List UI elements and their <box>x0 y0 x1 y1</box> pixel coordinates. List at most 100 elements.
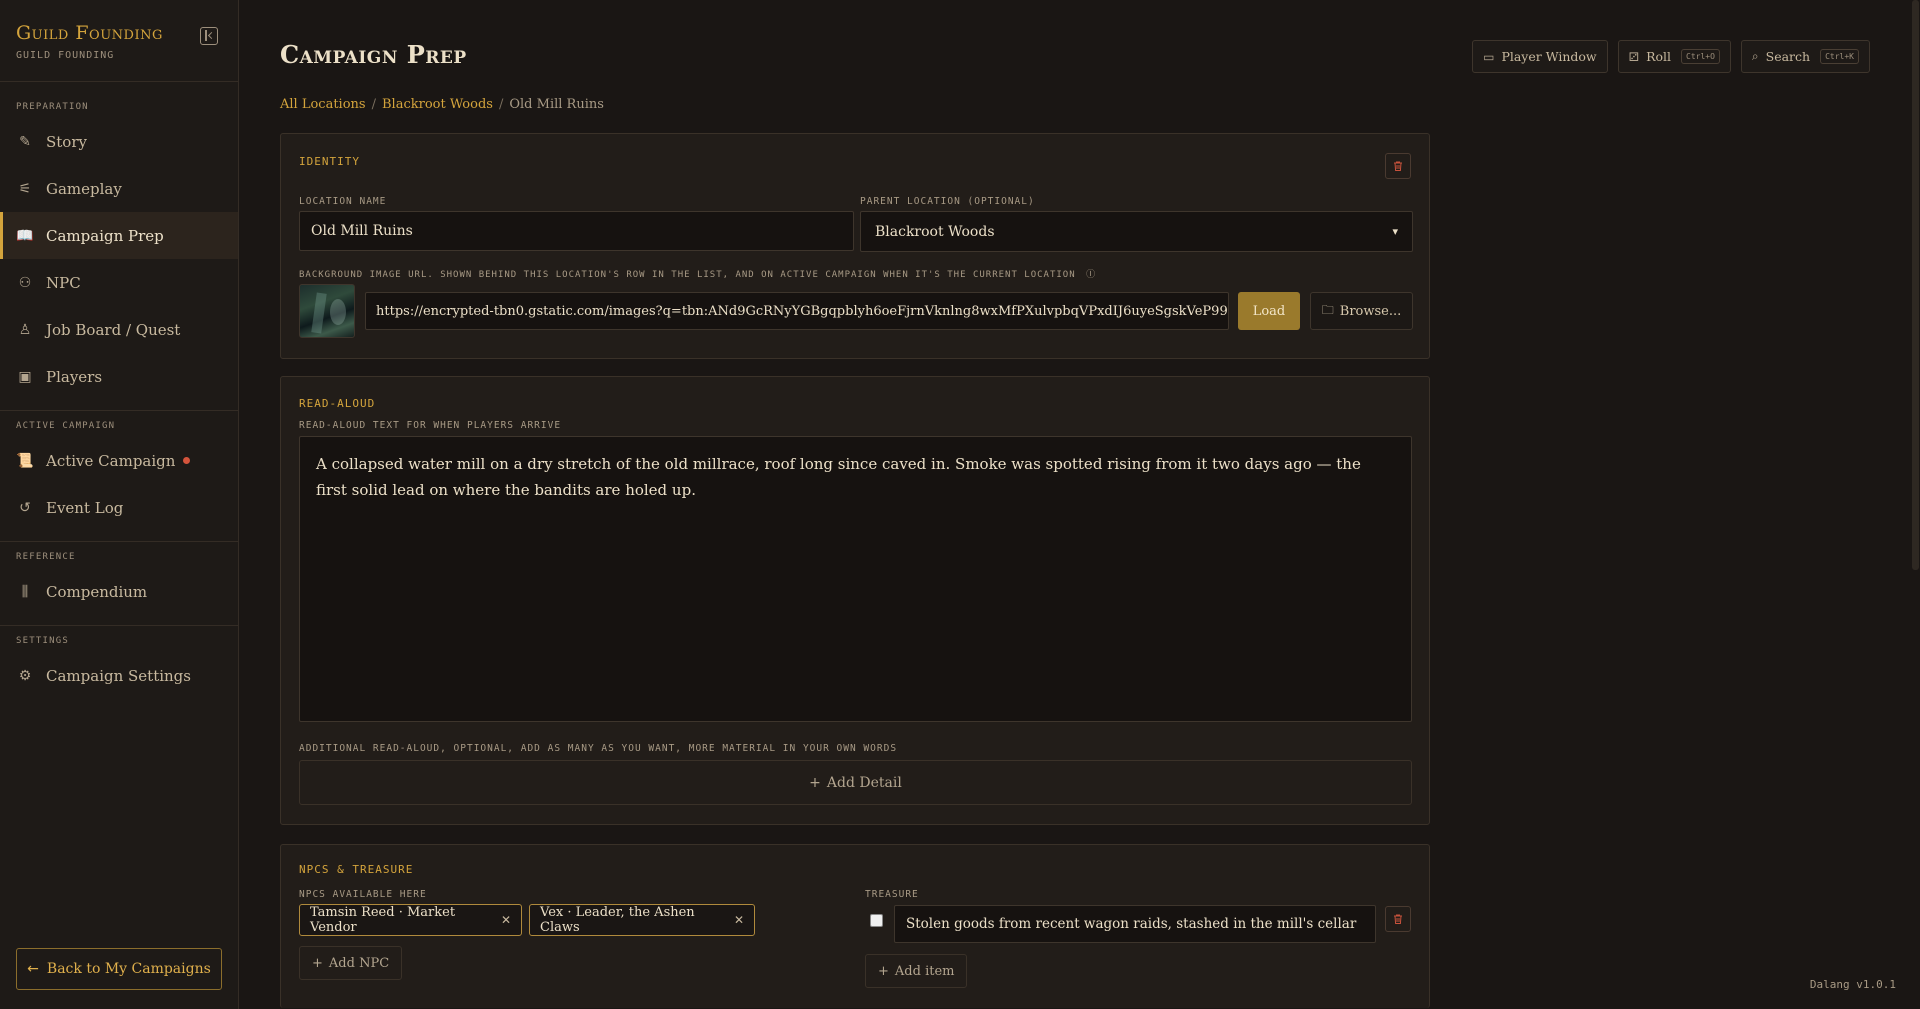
add-npc-button[interactable]: + Add NPC <box>299 946 403 980</box>
trash-icon <box>1394 161 1402 171</box>
load-button[interactable]: Load <box>1238 292 1300 330</box>
add-detail-button[interactable]: + Add Detail <box>299 760 1412 805</box>
add-detail-label: Add Detail <box>826 774 902 791</box>
info-icon: ⓘ <box>1086 270 1097 280</box>
feather-icon: ✎ <box>19 133 31 150</box>
sidebar-item-job-board[interactable]: ♙ Job Board / Quest <box>0 306 238 353</box>
browse-button[interactable]: 🗀 Browse... <box>1310 292 1413 330</box>
roll-shortcut: Ctrl+O <box>1681 49 1720 64</box>
trash-icon <box>1394 914 1402 924</box>
scrollbar[interactable] <box>1911 0 1920 1009</box>
sidebar-item-label: Players <box>46 367 103 386</box>
sidebar-item-campaign-prep[interactable]: 📖 Campaign Prep <box>0 212 238 259</box>
sidebar: Guild Founding GUILD FOUNDING PREPARATIO… <box>0 0 239 1009</box>
nav-section-preparation: PREPARATION ✎ Story ⚟ Gameplay 📖 Campaig… <box>0 82 238 411</box>
id-card-icon: ▣ <box>18 368 32 385</box>
user-badge-icon: ♙ <box>18 321 32 338</box>
arrow-left-icon: ← <box>27 961 39 977</box>
sidebar-item-campaign-settings[interactable]: ⚙ Campaign Settings <box>0 652 238 699</box>
sidebar-item-label: Job Board / Quest <box>46 320 181 339</box>
search-shortcut: Ctrl+K <box>1820 49 1859 64</box>
location-name-label: LOCATION NAME <box>299 196 387 207</box>
npc-chip-label: Tamsin Reed · Market Vendor <box>310 905 456 935</box>
page-title: Campaign Prep <box>280 40 467 69</box>
version-label: Dalang v1.0.1 <box>1809 978 1896 991</box>
parent-location-select[interactable]: Blackroot Woods ▾ <box>860 211 1413 252</box>
users-icon: ⚇ <box>18 274 32 291</box>
search-icon: ⌕ <box>1751 49 1759 63</box>
brand-subtitle: GUILD FOUNDING <box>16 50 115 61</box>
active-indicator-dot <box>183 457 191 464</box>
back-to-campaigns-button[interactable]: ← Back to My Campaigns <box>16 948 222 990</box>
nav-section-settings: SETTINGS ⚙ Campaign Settings <box>0 626 238 709</box>
read-aloud-card: READ-ALOUD READ-ALOUD TEXT FOR WHEN PLAY… <box>280 376 1430 825</box>
delete-treasure-button[interactable] <box>1385 906 1411 932</box>
scrollbar-thumb[interactable] <box>1912 0 1919 570</box>
delete-location-button[interactable] <box>1385 153 1411 179</box>
breadcrumb: All Locations / Blackroot Woods / Old Mi… <box>280 97 604 112</box>
sidebar-item-label: Compendium <box>46 582 148 601</box>
browse-label: Browse... <box>1339 303 1402 319</box>
search-label: Search <box>1765 49 1811 64</box>
sliders-icon: ⚟ <box>18 180 32 197</box>
add-item-button[interactable]: + Add item <box>865 954 968 988</box>
read-aloud-label: READ-ALOUD TEXT FOR WHEN PLAYERS ARRIVE <box>299 420 562 431</box>
player-window-label: Player Window <box>1501 49 1597 64</box>
card-title: NPCS & TREASURE <box>299 863 414 876</box>
sidebar-item-label: Story <box>46 132 87 151</box>
sidebar-item-label: Campaign Prep <box>46 226 164 245</box>
location-name-input[interactable]: Old Mill Ruins <box>299 211 854 251</box>
breadcrumb-blackroot-woods[interactable]: Blackroot Woods <box>382 97 493 112</box>
sidebar-item-label: Event Log <box>46 498 124 517</box>
sidebar-item-event-log[interactable]: ↺ Event Log <box>0 484 238 531</box>
library-icon: ⫼ <box>21 583 29 600</box>
collapse-sidebar-icon[interactable] <box>200 27 218 45</box>
sidebar-item-label: Gameplay <box>46 179 122 198</box>
identity-card: IDENTITY LOCATION NAME Old Mill Ruins PA… <box>280 133 1430 359</box>
back-button-label: Back to My Campaigns <box>46 961 211 977</box>
sidebar-item-label: Active Campaign <box>46 451 176 470</box>
treasure-input[interactable]: Stolen goods from recent wagon raids, st… <box>894 905 1376 943</box>
additional-read-aloud-label: ADDITIONAL READ-ALOUD, OPTIONAL, ADD AS … <box>299 743 898 754</box>
breadcrumb-separator: / <box>498 97 504 112</box>
close-icon[interactable]: ✕ <box>501 913 511 927</box>
close-icon[interactable]: ✕ <box>734 913 744 927</box>
treasure-checkbox[interactable] <box>870 914 883 927</box>
chevron-down-icon: ▾ <box>1392 225 1398 238</box>
sidebar-item-story[interactable]: ✎ Story <box>0 118 238 165</box>
sidebar-item-compendium[interactable]: ⫼ Compendium <box>0 568 238 615</box>
parent-location-label: PARENT LOCATION (OPTIONAL) <box>860 196 1035 207</box>
book-icon: 📖 <box>16 227 34 244</box>
add-item-label: Add item <box>894 963 955 979</box>
read-aloud-textarea[interactable]: A collapsed water mill on a dry stretch … <box>299 436 1412 722</box>
roll-button[interactable]: ⚂ Roll Ctrl+O <box>1617 40 1731 73</box>
sidebar-item-active-campaign[interactable]: 📜 Active Campaign <box>0 437 238 484</box>
nav-section-reference: REFERENCE ⫼ Compendium <box>0 542 238 626</box>
breadcrumb-separator: / <box>371 97 376 112</box>
top-actions: ▭ Player Window ⚂ Roll Ctrl+O ⌕ Search C… <box>1472 40 1870 73</box>
player-window-button[interactable]: ▭ Player Window <box>1472 40 1608 73</box>
card-title: READ-ALOUD <box>299 397 376 410</box>
parent-location-value: Blackroot Woods <box>875 223 995 240</box>
nav-heading: REFERENCE <box>16 552 76 562</box>
plus-icon: + <box>312 955 323 971</box>
npc-chip[interactable]: Vex · Leader, the Ashen Claws ✕ <box>529 904 755 936</box>
sidebar-item-gameplay[interactable]: ⚟ Gameplay <box>0 165 238 212</box>
background-thumbnail <box>299 284 355 338</box>
background-url-input[interactable]: https://encrypted-tbn0.gstatic.com/image… <box>365 292 1229 330</box>
sidebar-item-label: Campaign Settings <box>46 666 191 685</box>
breadcrumb-all-locations[interactable]: All Locations <box>280 97 366 112</box>
sidebar-item-players[interactable]: ▣ Players <box>0 353 238 400</box>
nav-heading: ACTIVE CAMPAIGN <box>16 421 116 431</box>
history-icon: ↺ <box>19 499 31 516</box>
sidebar-item-npc[interactable]: ⚇ NPC <box>0 259 238 306</box>
card-title: IDENTITY <box>299 155 360 168</box>
npc-chip[interactable]: Tamsin Reed · Market Vendor ✕ <box>299 904 522 936</box>
brand: Guild Founding GUILD FOUNDING <box>0 0 238 82</box>
monitor-icon: ▭ <box>1483 49 1495 64</box>
search-button[interactable]: ⌕ Search Ctrl+K <box>1740 40 1870 73</box>
nav-section-active-campaign: ACTIVE CAMPAIGN 📜 Active Campaign ↺ Even… <box>0 411 238 542</box>
npcs-treasure-card: NPCS & TREASURE NPCS AVAILABLE HERE Tams… <box>280 844 1430 1008</box>
brand-title: Guild Founding <box>16 22 163 44</box>
npc-chip-label: Vex · Leader, the Ashen Claws <box>540 905 695 935</box>
